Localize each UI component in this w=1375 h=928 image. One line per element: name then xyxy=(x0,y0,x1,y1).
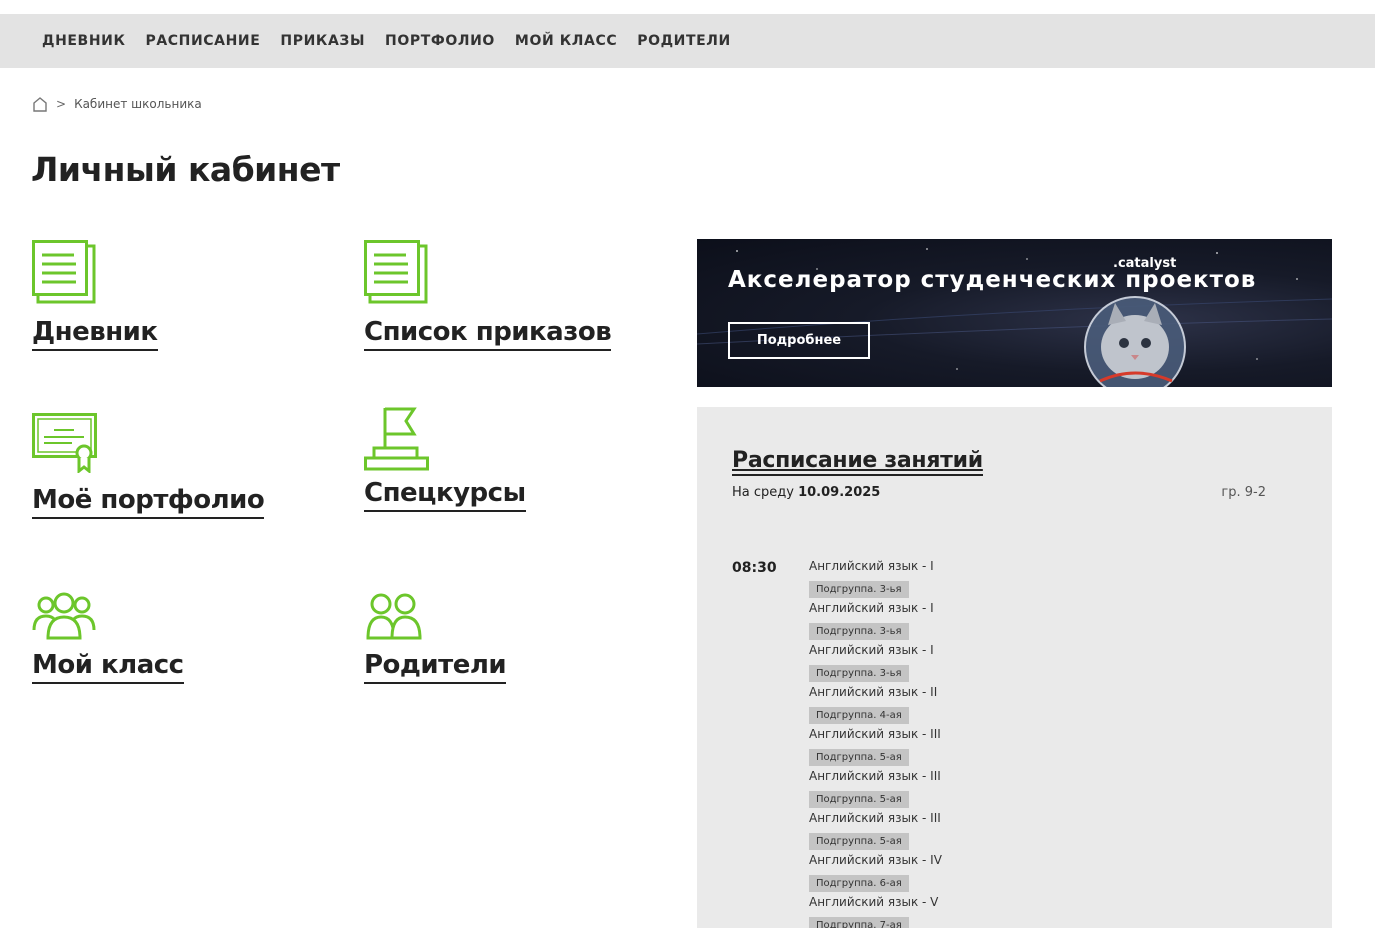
group-icon xyxy=(32,592,96,640)
nav-item-orders[interactable]: ПРИКАЗЫ xyxy=(280,33,365,49)
home-icon[interactable] xyxy=(32,96,48,112)
lesson-name: Английский язык - II xyxy=(809,685,938,699)
nav-item-portfolio[interactable]: ПОРТФОЛИО xyxy=(385,33,495,49)
lesson-name: Английский язык - V xyxy=(809,895,939,909)
flag-podium-icon xyxy=(364,407,429,471)
subgroup-badge: Подгруппа. 5-ая xyxy=(809,791,909,808)
tile-special-courses[interactable]: Спецкурсы xyxy=(364,406,526,512)
schedule-panel: Расписание занятий На среду 10.09.2025 г… xyxy=(697,407,1332,928)
lesson-item: Английский язык - II Подгруппа. 4-ая xyxy=(809,684,942,726)
astronaut-cat-image xyxy=(1084,296,1186,387)
tile-parents[interactable]: Родители xyxy=(364,592,507,684)
lesson-name: Английский язык - IV xyxy=(809,853,942,867)
schedule-title[interactable]: Расписание занятий xyxy=(732,448,983,476)
tile-portfolio[interactable]: Моё портфолио xyxy=(32,413,265,519)
nav-item-schedule[interactable]: РАСПИСАНИЕ xyxy=(146,33,261,49)
certificate-icon xyxy=(32,413,97,473)
banner-headline: Акселератор студенческих проектов xyxy=(728,267,1257,293)
lesson-name: Английский язык - III xyxy=(809,727,941,741)
lesson-item: Английский язык - I Подгруппа. 3-ья xyxy=(809,642,942,684)
lesson-list: Английский язык - I Подгруппа. 3-ья Англ… xyxy=(809,558,942,928)
breadcrumb-current: Кабинет школьника xyxy=(74,97,202,111)
top-nav: ДНЕВНИК РАСПИСАНИЕ ПРИКАЗЫ ПОРТФОЛИО МОЙ… xyxy=(0,14,1375,68)
tile-orders-label[interactable]: Список приказов xyxy=(364,317,612,351)
tile-diary-label[interactable]: Дневник xyxy=(32,317,158,351)
breadcrumb: > Кабинет школьника xyxy=(32,96,202,112)
lesson-name: Английский язык - I xyxy=(809,559,934,573)
lesson-item: Английский язык - III Подгруппа. 5-ая xyxy=(809,810,942,852)
schedule-date: На среду 10.09.2025 xyxy=(732,485,880,500)
tile-portfolio-label[interactable]: Моё портфолио xyxy=(32,485,265,519)
nav-item-my-class[interactable]: МОЙ КЛАСС xyxy=(515,33,617,49)
lesson-item: Английский язык - IV Подгруппа. 6-ая xyxy=(809,852,942,894)
lesson-name: Английский язык - III xyxy=(809,769,941,783)
lesson-time: 08:30 xyxy=(732,560,777,576)
parents-icon xyxy=(366,593,422,640)
subgroup-badge: Подгруппа. 3-ья xyxy=(809,665,909,682)
subgroup-badge: Подгруппа. 7-ая xyxy=(809,917,909,928)
document-icon xyxy=(32,240,96,304)
nav-item-parents[interactable]: РОДИТЕЛИ xyxy=(637,33,731,49)
tile-special-courses-label[interactable]: Спецкурсы xyxy=(364,478,526,512)
lesson-item: Английский язык - III Подгруппа. 5-ая xyxy=(809,726,942,768)
tile-parents-label[interactable]: Родители xyxy=(364,650,507,684)
subgroup-badge: Подгруппа. 5-ая xyxy=(809,749,909,766)
breadcrumb-separator: > xyxy=(56,97,67,111)
promo-banner[interactable]: .catalyst Акселератор студенческих проек… xyxy=(697,239,1332,387)
lesson-item: Английский язык - I Подгруппа. 3-ья xyxy=(809,600,942,642)
page-title: Личный кабинет xyxy=(31,150,340,189)
document-icon xyxy=(364,240,428,304)
lesson-item: Английский язык - I Подгруппа. 3-ья xyxy=(809,558,942,600)
lesson-item: Английский язык - V Подгруппа. 7-ая xyxy=(809,894,942,928)
banner-more-button[interactable]: Подробнее xyxy=(728,322,870,359)
tile-my-class[interactable]: Мой класс xyxy=(32,592,184,684)
subgroup-badge: Подгруппа. 5-ая xyxy=(809,833,909,850)
subgroup-badge: Подгруппа. 4-ая xyxy=(809,707,909,724)
starfield-background xyxy=(697,248,1332,370)
tile-my-class-label[interactable]: Мой класс xyxy=(32,650,184,684)
subgroup-badge: Подгруппа. 6-ая xyxy=(809,875,909,892)
schedule-date-prefix: На среду xyxy=(732,485,794,500)
subgroup-badge: Подгруппа. 3-ья xyxy=(809,581,909,598)
lesson-item: Английский язык - III Подгруппа. 5-ая xyxy=(809,768,942,810)
tile-diary[interactable]: Дневник xyxy=(32,240,158,351)
lesson-name: Английский язык - I xyxy=(809,601,934,615)
lesson-name: Английский язык - I xyxy=(809,643,934,657)
schedule-date-value: 10.09.2025 xyxy=(798,485,881,500)
tile-orders[interactable]: Список приказов xyxy=(364,240,612,351)
subgroup-badge: Подгруппа. 3-ья xyxy=(809,623,909,640)
schedule-group: гр. 9-2 xyxy=(1221,485,1266,500)
lesson-name: Английский язык - III xyxy=(809,811,941,825)
nav-item-diary[interactable]: ДНЕВНИК xyxy=(42,33,126,49)
